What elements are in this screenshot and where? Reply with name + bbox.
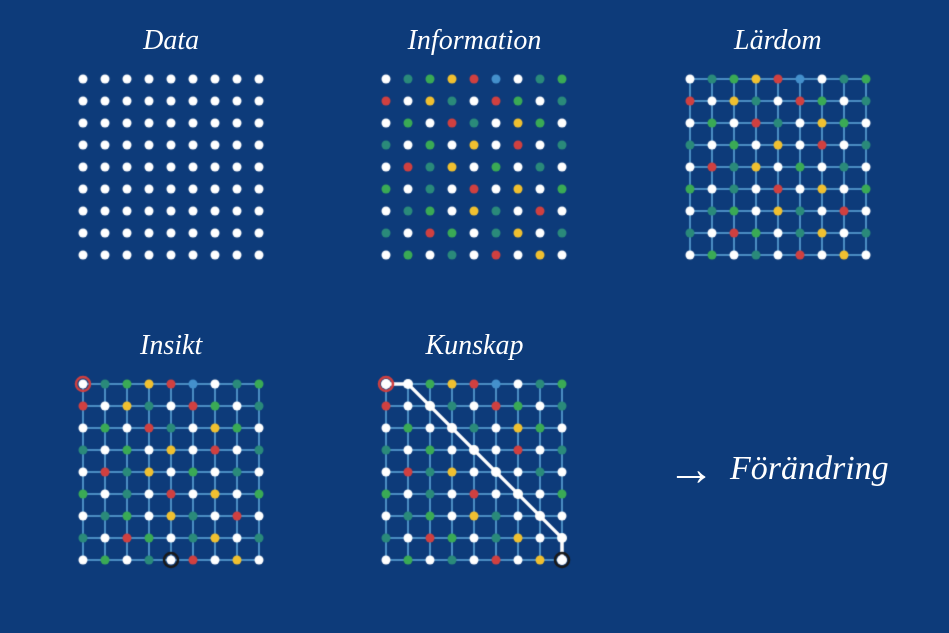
data-grid — [71, 67, 271, 267]
forandring-title: Förändring — [730, 450, 889, 488]
insikt-grid — [71, 372, 271, 572]
information-title: Information — [408, 25, 542, 57]
data-cell: Data — [25, 17, 318, 312]
forandring-cell: → Förändring — [631, 322, 924, 617]
lardom-title: Lärdom — [734, 25, 822, 57]
insikt-cell: Insikt — [25, 322, 318, 617]
lardom-grid — [678, 67, 878, 267]
kunskap-title: Kunskap — [425, 330, 523, 362]
lardom-cell: Lärdom — [631, 17, 924, 312]
kunskap-grid — [374, 372, 574, 572]
insikt-title: Insikt — [140, 330, 202, 362]
arrow-icon: → — [667, 442, 715, 497]
main-container: Data Information Lärdom Insikt Kunskap → — [5, 7, 945, 627]
information-cell: Information — [328, 17, 621, 312]
information-grid — [374, 67, 574, 267]
data-title: Data — [143, 25, 199, 57]
kunskap-cell: Kunskap — [328, 322, 621, 617]
